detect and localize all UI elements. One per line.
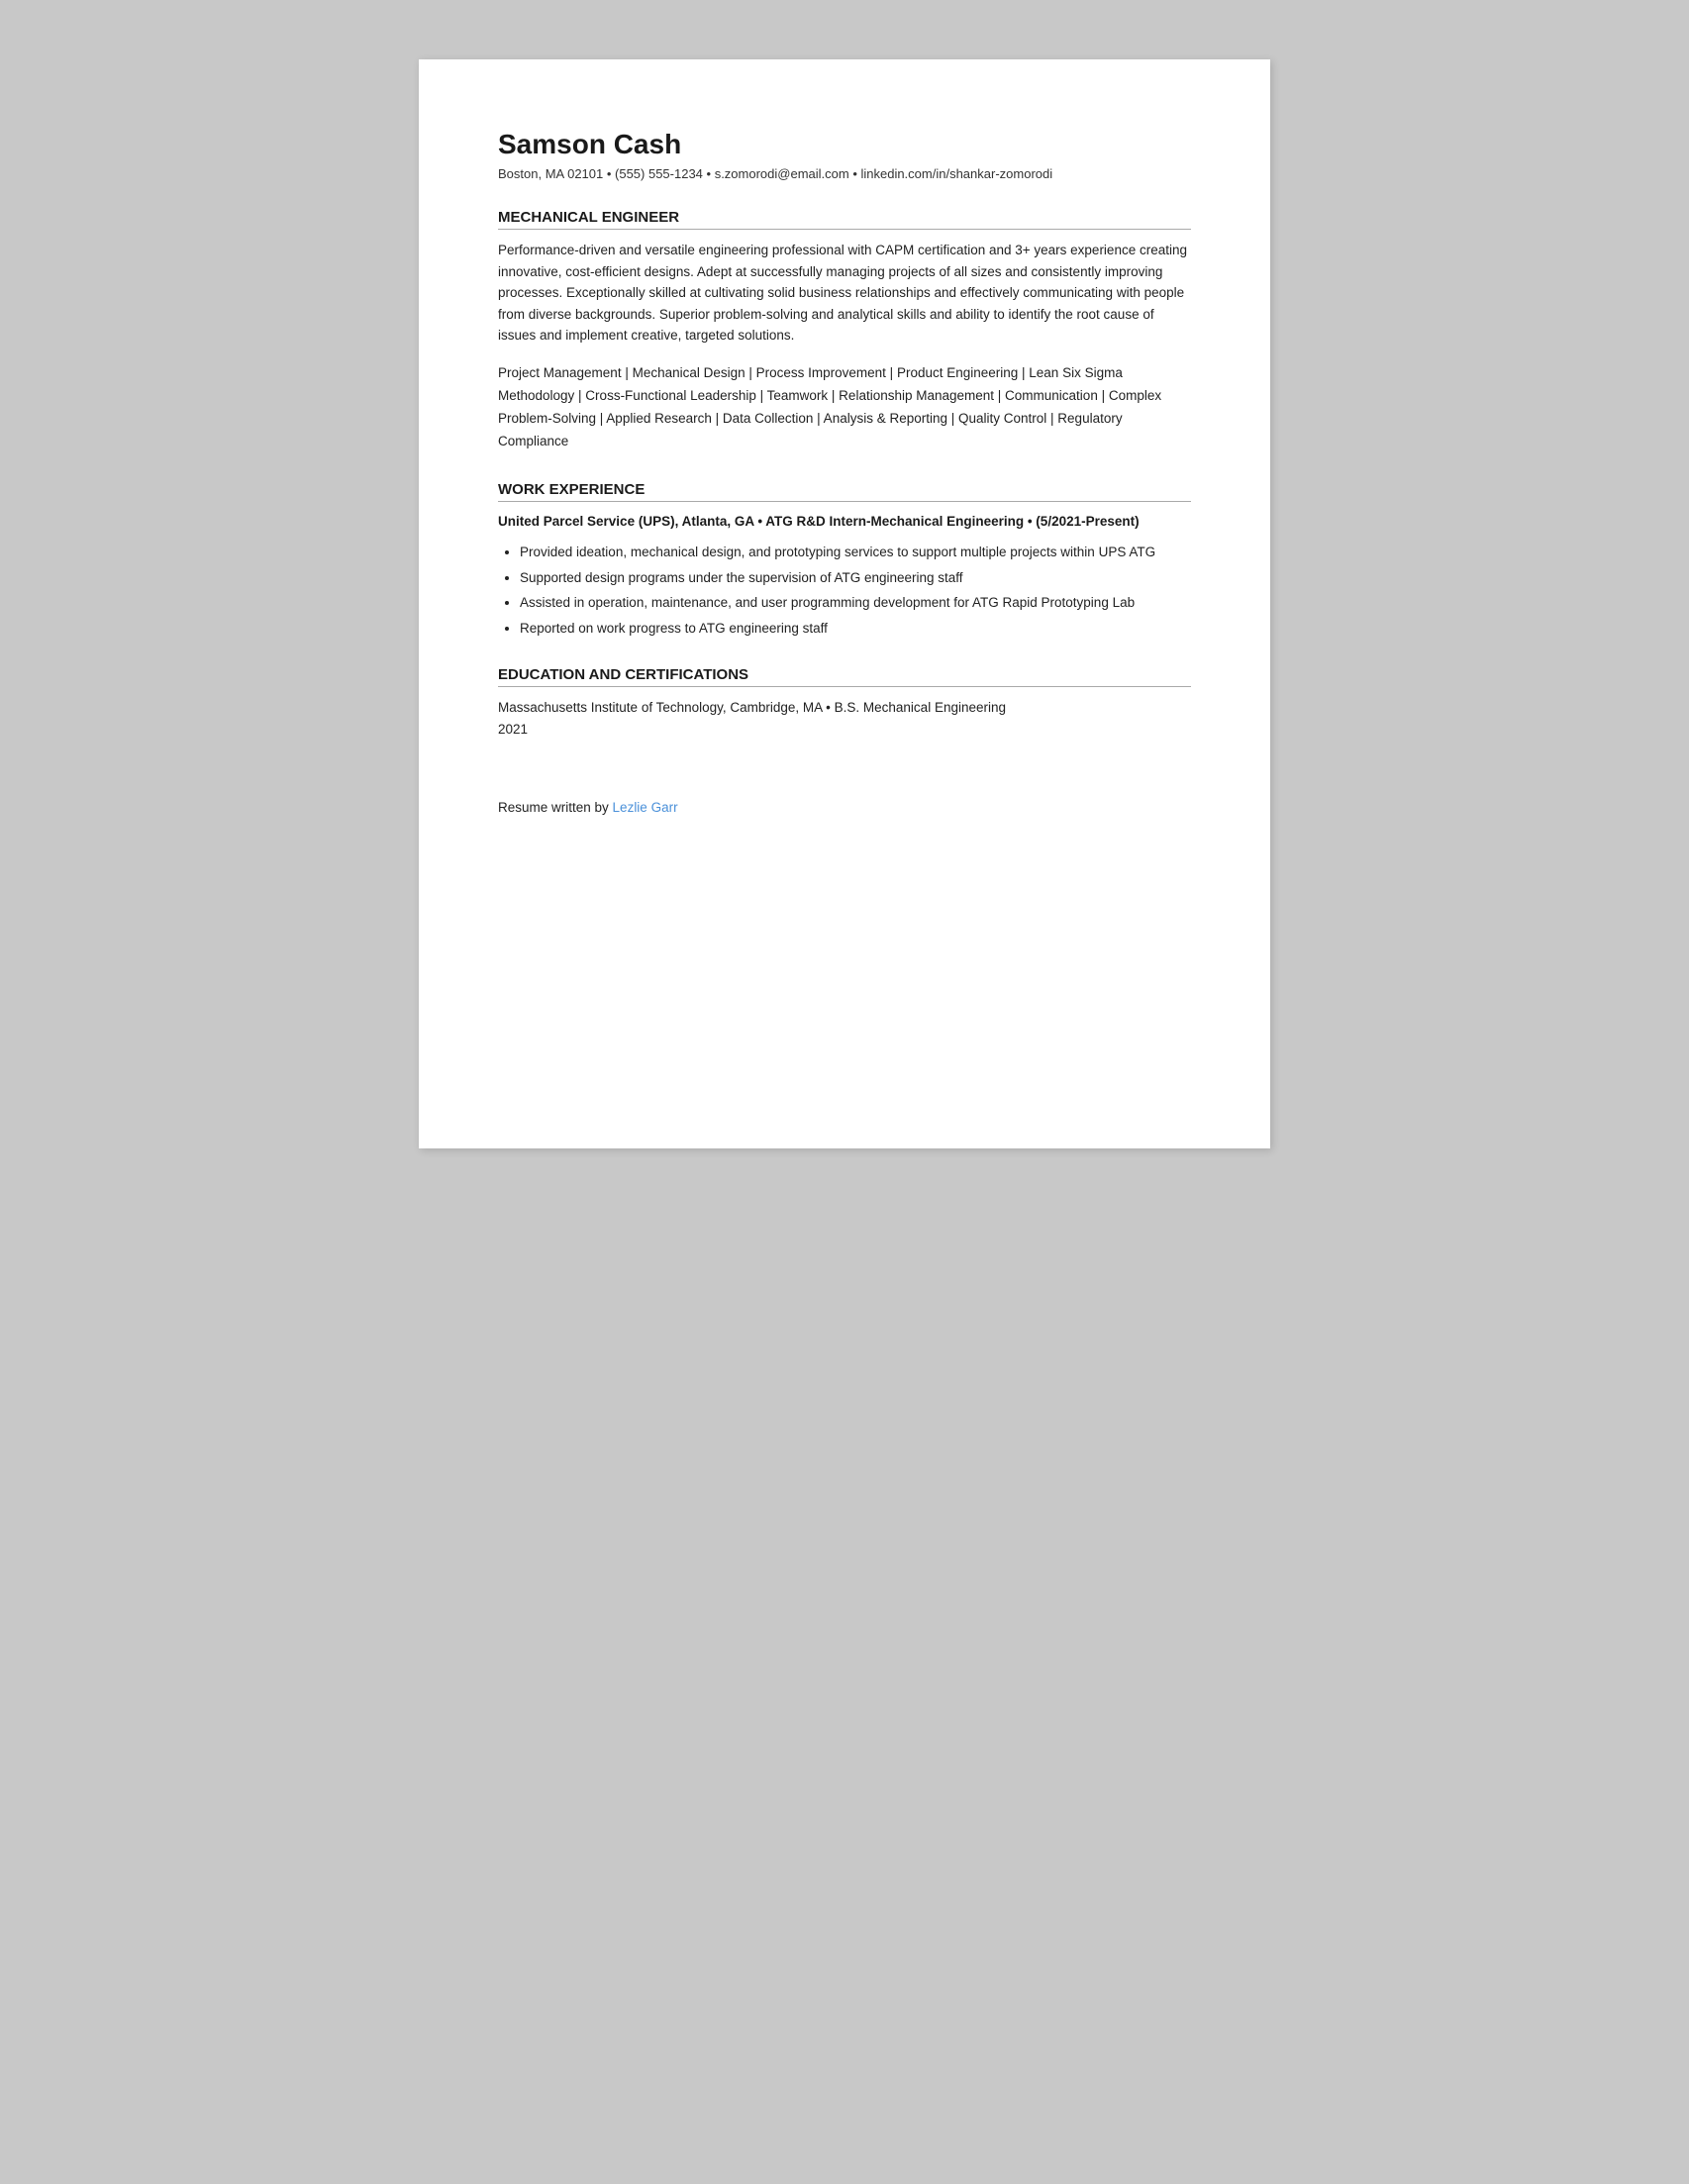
candidate-name: Samson Cash xyxy=(498,129,1191,160)
author-link[interactable]: Lezlie Garr xyxy=(613,800,678,815)
bullet-item: Provided ideation, mechanical design, an… xyxy=(520,542,1191,563)
education-title: EDUCATION AND CERTIFICATIONS xyxy=(498,666,1191,687)
written-by: Resume written by Lezlie Garr xyxy=(498,800,1191,815)
bullet-item: Supported design programs under the supe… xyxy=(520,567,1191,589)
education-institution: Massachusetts Institute of Technology, C… xyxy=(498,697,1191,719)
summary-text: Performance-driven and versatile enginee… xyxy=(498,240,1191,347)
bullet-item: Assisted in operation, maintenance, and … xyxy=(520,592,1191,614)
job-title-line: United Parcel Service (UPS), Atlanta, GA… xyxy=(498,512,1191,532)
written-by-prefix: Resume written by xyxy=(498,800,613,815)
work-experience-title: WORK EXPERIENCE xyxy=(498,481,1191,502)
employer-line: United Parcel Service (UPS), Atlanta, GA… xyxy=(498,514,1140,529)
profession-title: MECHANICAL ENGINEER xyxy=(498,209,1191,230)
resume-page: Samson Cash Boston, MA 02101 • (555) 555… xyxy=(419,59,1270,1148)
skills-text: Project Management | Mechanical Design |… xyxy=(498,362,1191,453)
contact-info: Boston, MA 02101 • (555) 555-1234 • s.zo… xyxy=(498,166,1191,181)
education-year: 2021 xyxy=(498,719,1191,741)
job-bullets-list: Provided ideation, mechanical design, an… xyxy=(520,542,1191,639)
bullet-item: Reported on work progress to ATG enginee… xyxy=(520,618,1191,640)
